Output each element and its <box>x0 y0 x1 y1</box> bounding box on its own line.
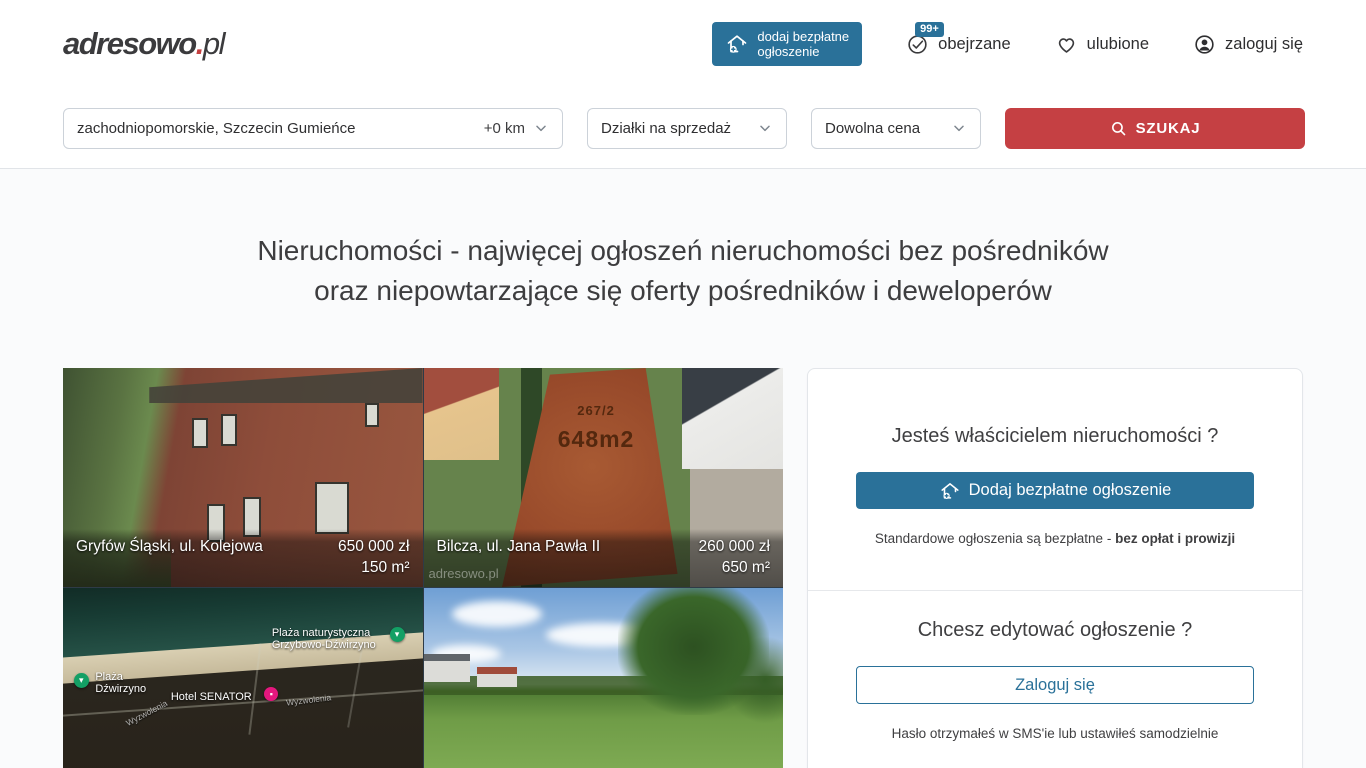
map-pin-beach-icon: ▾ <box>390 627 405 642</box>
add-listing-label: dodaj bezpłatne ogłoszenie <box>757 29 849 59</box>
user-circle-icon <box>1193 33 1216 56</box>
price-select[interactable]: Dowolna cena <box>811 108 981 149</box>
viewed-count-badge: 99+ <box>915 22 944 37</box>
category-value: Działki na sprzedaż <box>601 120 731 137</box>
photo-roof <box>149 368 422 403</box>
listings-grid: Gryfów Śląski, ul. Kolejowa 650 000 zł 1… <box>63 368 783 768</box>
photo-house-left <box>424 368 499 460</box>
map-pin-hotel-icon: ▪ <box>264 687 278 701</box>
chevron-down-icon <box>533 120 549 136</box>
owner-panel-title: Jesteś właścicielem nieruchomości ? <box>856 425 1254 448</box>
edit-panel: Chcesz edytować ogłoszenie ? Zaloguj się… <box>808 590 1302 768</box>
add-listing-line1: dodaj bezpłatne <box>757 29 849 44</box>
listing-overlay: Gryfów Śląski, ul. Kolejowa 650 000 zł 1… <box>63 529 423 587</box>
owner-panel: Jesteś właścicielem nieruchomości ? Doda… <box>808 369 1302 590</box>
favorites-label: ulubione <box>1087 35 1149 54</box>
chevron-down-icon <box>951 120 967 136</box>
owner-note-bold: bez opłat i prowizji <box>1115 531 1235 546</box>
photo-house <box>424 654 471 682</box>
photo-watermark: adresowo.pl <box>429 566 499 581</box>
viewed-link[interactable]: 99+ obejrzane <box>906 33 1010 56</box>
photo-house <box>477 667 517 687</box>
listing-location: Gryfów Śląski, ul. Kolejowa <box>76 536 263 557</box>
main-content: Nieruchomości - najwięcej ogłoszeń nieru… <box>0 169 1366 768</box>
map-pin-beach2-icon: ▾ <box>74 673 89 688</box>
map-label-line: Plaża naturystyczna <box>272 627 376 639</box>
map-label-beach-right: Plaża naturystyczna Grzybowo-Dźwirzyno <box>272 627 376 651</box>
listing-area: 650 m² <box>698 557 770 578</box>
photo-tree <box>725 636 783 724</box>
add-listing-line2: ogłoszenie <box>757 44 849 59</box>
owner-note-regular: Standardowe ogłoszenia są bezpłatne - <box>875 531 1115 546</box>
listing-location: Bilcza, ul. Jana Pawła II <box>437 536 601 557</box>
login-label: zaloguj się <box>1225 35 1303 54</box>
house-add-icon <box>725 32 749 56</box>
search-button[interactable]: SZUKAJ <box>1005 108 1305 149</box>
house-add-icon <box>939 480 961 502</box>
listing-card-grojce[interactable]: Grojce, ul. Rogienna 801 000 zł <box>424 588 784 768</box>
map-label-line: Grzybowo-Dźwirzyno <box>272 639 376 651</box>
login-link[interactable]: zaloguj się <box>1193 33 1303 56</box>
listing-price: 650 000 zł <box>338 536 410 557</box>
location-value: zachodniopomorskie, Szczecin Gumieńce <box>77 120 355 137</box>
favorites-link[interactable]: ulubione <box>1055 33 1149 56</box>
listing-card-bilcza[interactable]: 267/2 648m2 adresowo.pl Bilcza, ul. Jana… <box>424 368 784 587</box>
plot-label: 267/2 648m2 <box>503 403 690 453</box>
photo-window <box>192 418 208 448</box>
plot-area: 648m2 <box>503 426 690 453</box>
chevron-down-icon <box>757 120 773 136</box>
sidebar: Jesteś właścicielem nieruchomości ? Doda… <box>807 368 1303 768</box>
logo-tld: pl <box>203 26 224 61</box>
header-actions: dodaj bezpłatne ogłoszenie 99+ obejrzane… <box>712 22 1303 66</box>
page-title-line1: Nieruchomości - najwięcej ogłoszeń nieru… <box>0 231 1366 271</box>
check-circle-icon: 99+ <box>906 33 929 56</box>
map-street-label: Wyzwolenia <box>285 693 331 708</box>
edit-panel-note: Hasło otrzymałeś w SMS'ie lub ustawiłeś … <box>856 726 1254 741</box>
page-title: Nieruchomości - najwięcej ogłoszeń nieru… <box>0 169 1366 311</box>
radius-value: +0 km <box>484 120 525 137</box>
search-icon <box>1110 120 1127 137</box>
heart-icon <box>1055 33 1078 56</box>
listing-area: 150 m² <box>338 557 410 578</box>
login-button[interactable]: Zaloguj się <box>856 666 1254 704</box>
logo-dot: . <box>196 26 203 61</box>
logo-name: adresowo <box>63 26 196 61</box>
map-label-line: Plaża <box>95 671 146 683</box>
location-input[interactable]: zachodniopomorskie, Szczecin Gumieńce +0… <box>63 108 563 149</box>
content-row: Gryfów Śląski, ul. Kolejowa 650 000 zł 1… <box>0 368 1366 768</box>
owner-panel-note: Standardowe ogłoszenia są bezpłatne - be… <box>856 531 1254 546</box>
map-label-beach-left: Plaża Dźwirzyno <box>95 671 146 695</box>
map-label-hotel: Hotel SENATOR <box>171 691 252 703</box>
plot-number: 267/2 <box>503 403 690 418</box>
add-listing-button[interactable]: dodaj bezpłatne ogłoszenie <box>712 22 862 66</box>
photo-window <box>221 414 237 446</box>
search-bar: zachodniopomorskie, Szczecin Gumieńce +0… <box>0 88 1366 169</box>
map-street-label: Wyzwolenia <box>124 698 169 728</box>
page-title-line2: oraz niepowtarzające się oferty pośredni… <box>0 271 1366 311</box>
listing-card-gryfow[interactable]: Gryfów Śląski, ul. Kolejowa 650 000 zł 1… <box>63 368 423 587</box>
photo-window <box>315 482 349 534</box>
viewed-label: obejrzane <box>938 35 1010 54</box>
search-button-label: SZUKAJ <box>1136 120 1201 137</box>
photo-window <box>365 403 379 427</box>
add-free-listing-label: Dodaj bezpłatne ogłoszenie <box>969 481 1172 500</box>
listing-price: 260 000 zł <box>698 536 770 557</box>
edit-panel-title: Chcesz edytować ogłoszenie ? <box>856 619 1254 642</box>
map-label-line: Dźwirzyno <box>95 683 146 695</box>
header: adresowo.pl dodaj bezpłatne ogłoszenie <box>0 0 1366 88</box>
price-value: Dowolna cena <box>825 120 920 137</box>
category-select[interactable]: Działki na sprzedaż <box>587 108 787 149</box>
listing-card-dzwirzyno[interactable]: Plaża naturystyczna Grzybowo-Dźwirzyno ▾… <box>63 588 423 768</box>
add-free-listing-button[interactable]: Dodaj bezpłatne ogłoszenie <box>856 472 1254 509</box>
logo[interactable]: adresowo.pl <box>63 26 224 62</box>
photo-house-right <box>682 368 783 469</box>
photo-cloud <box>452 601 542 627</box>
